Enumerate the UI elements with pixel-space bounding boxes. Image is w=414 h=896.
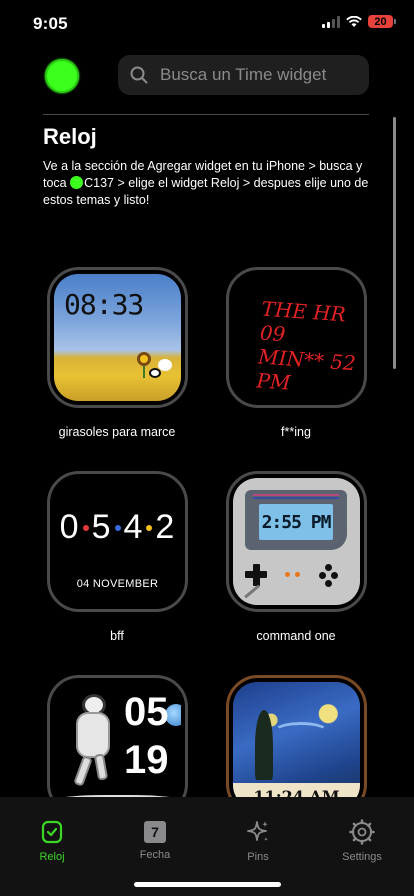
widget-minute: 19 — [124, 738, 169, 782]
widget-time: 08:33 — [64, 288, 144, 321]
scroll-indicator[interactable] — [393, 117, 396, 369]
widget-time-text: THE HR 09 MIN** 52 PM — [255, 296, 357, 395]
widget-bff[interactable]: 0 5 4 2 04 NOVEMBER — [47, 471, 188, 612]
tab-settings[interactable]: Settings — [322, 819, 402, 863]
widget-label: f**ing — [281, 425, 311, 439]
status-bar: 9:05 20 — [0, 0, 414, 48]
cypress-icon — [255, 710, 273, 780]
widget-starry-night[interactable]: 11:24 AM — [226, 675, 367, 816]
watch-icon — [41, 820, 63, 844]
widget-label: girasoles para marce — [58, 425, 176, 439]
tab-fecha[interactable]: 7 Fecha — [115, 819, 195, 861]
widget-label: command one — [256, 629, 336, 643]
section-description: Ve a la sección de Agregar widget en tu … — [43, 159, 369, 207]
search-bar[interactable]: Busca un Time widget — [118, 55, 369, 95]
wifi-icon — [346, 15, 362, 27]
status-dot-button[interactable] — [45, 59, 79, 93]
cellular-signal-icon — [322, 15, 340, 28]
widget-label: bff — [110, 629, 124, 643]
calendar-icon: 7 — [144, 821, 166, 843]
sunflower-icon — [137, 352, 151, 366]
sparkles-icon — [247, 821, 268, 842]
top-row: Busca un Time widget — [0, 55, 414, 95]
search-icon — [130, 66, 148, 84]
widget-hour: 05 — [124, 690, 169, 734]
widget-date: 04 NOVEMBER — [76, 578, 159, 590]
battery-level: 20 — [368, 15, 393, 28]
status-time: 9:05 — [33, 14, 68, 33]
search-input[interactable]: Busca un Time widget — [160, 65, 326, 85]
gameboy-screen: 2:55 PM — [245, 490, 347, 550]
green-dot-icon — [70, 176, 84, 189]
widget-time: 2:55 PM — [261, 511, 332, 533]
divider — [43, 114, 369, 115]
tab-bar: Reloj 7 Fecha Pins Settings — [0, 797, 414, 896]
home-indicator[interactable] — [134, 882, 281, 887]
widget-sunflowers[interactable]: 08:33 — [47, 267, 188, 408]
status-icons: 20 — [322, 15, 396, 28]
gear-icon — [349, 819, 375, 845]
widget-astronaut[interactable]: 05 19 — [47, 675, 188, 816]
tab-reloj[interactable]: Reloj — [12, 819, 92, 863]
section-title: Reloj — [43, 124, 97, 149]
widget-gameboy[interactable]: 2:55 PM — [226, 471, 367, 612]
tab-pins[interactable]: Pins — [218, 819, 298, 863]
battery-icon: 20 — [368, 15, 396, 28]
widget-time-digits: 0 5 4 2 — [59, 508, 176, 546]
widget-text-clock[interactable]: THE HR 09 MIN** 52 PM — [226, 267, 367, 408]
bee-icon — [149, 368, 161, 378]
